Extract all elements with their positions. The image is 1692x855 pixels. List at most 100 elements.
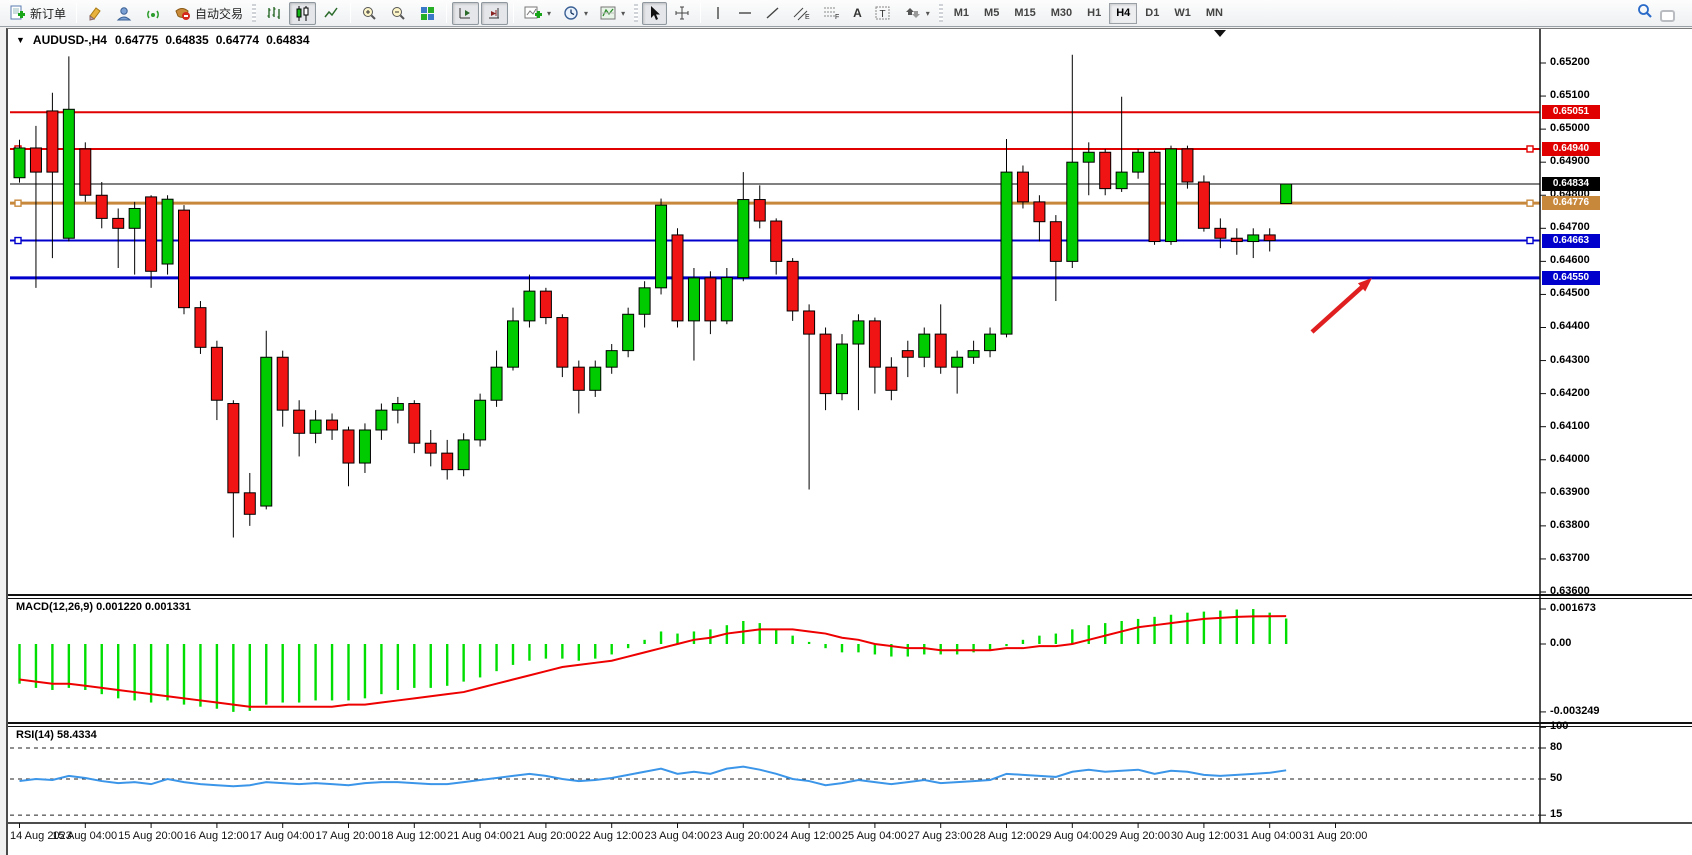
auto-trading-button[interactable]: 自动交易 [169,2,248,25]
bull-candle [310,420,321,433]
bull-candle [985,334,996,351]
line-handle[interactable] [1527,238,1533,244]
bear-candle [1149,152,1160,241]
template-icon [600,5,617,22]
price-tick-label: 0.64400 [1550,320,1590,332]
candles [14,55,1292,538]
time-axis[interactable] [20,823,1336,828]
timeframe-m30-button[interactable]: M30 [1044,3,1079,24]
bear-candle [540,291,551,317]
bull-candle [63,109,74,238]
bear-candle [705,278,716,321]
time-axis-label: 18 Aug 12:00 [381,830,446,842]
time-axis-label: 21 Aug 20:00 [513,830,578,842]
timeframe-mn-button[interactable]: MN [1199,3,1230,24]
fibonacci-icon: F [823,5,841,21]
bear-candle [146,197,157,271]
bull-candle [952,357,963,367]
time-axis-label: 24 Aug 12:00 [776,830,841,842]
toolbar-separator [700,3,701,23]
templates-button[interactable]: ▾ [595,2,630,25]
bear-candle [1215,228,1226,238]
profile-button[interactable] [111,2,138,25]
candlestick-chart-icon [294,5,311,22]
bear-candle [557,318,568,368]
timeframe-w1-button[interactable]: W1 [1167,3,1198,24]
bar-chart-button[interactable] [260,2,287,25]
paint-icon [87,5,104,22]
line-handle[interactable] [1527,200,1533,206]
price-line-badge: 0.65051 [1542,105,1600,119]
time-axis-label: 27 Aug 23:00 [908,830,973,842]
timeframe-m1-button[interactable]: M1 [947,3,976,24]
chart-window[interactable]: ▼ AUDUSD-,H4 0.64775 0.64835 0.64774 0.6… [6,28,1692,855]
channel-tool-button[interactable]: E [788,2,816,25]
bear-candle [869,321,880,367]
periods-button[interactable]: ▾ [558,2,593,25]
clock-icon [563,5,580,22]
fibonacci-tool-button[interactable]: F [818,2,846,25]
bull-candle [1281,184,1292,204]
bear-candle [409,404,420,444]
styler-button[interactable] [82,2,109,25]
vertical-line-tool-button[interactable] [706,2,730,25]
macd-zero-label: 0.00 [1550,637,1571,649]
tile-windows-button[interactable] [414,2,441,25]
bear-candle [935,334,946,367]
line-handle[interactable] [15,200,21,206]
auto-scroll-button[interactable] [452,2,479,25]
text-tool-button[interactable]: A [848,2,867,25]
macd-indicator [20,609,1287,712]
signal-button[interactable] [140,2,167,25]
text-label-tool-button[interactable]: T [869,2,897,25]
bear-candle [113,218,124,228]
timeframe-h1-button[interactable]: H1 [1080,3,1108,24]
zoom-out-button[interactable] [385,2,412,25]
axis-ticks [1540,63,1546,815]
indicators-add-icon [524,5,543,22]
timeframe-m15-button[interactable]: M15 [1007,3,1042,24]
toolbar-separator [350,3,351,23]
crosshair-tool-button[interactable] [669,2,695,25]
text-label-icon: T [874,5,892,21]
notifications-button[interactable]: 1 [1660,3,1682,23]
dropdown-caret-icon: ▾ [547,9,551,18]
shapes-tool-button[interactable]: ▾ [899,2,935,25]
indicators-button[interactable]: ▾ [519,2,556,25]
signal-icon [145,5,162,22]
line-chart-button[interactable] [318,2,345,25]
time-axis-label: 30 Aug 12:00 [1171,830,1236,842]
price-tick-label: 0.63700 [1550,552,1590,564]
timeframe-d1-button[interactable]: D1 [1138,3,1166,24]
chart-canvas[interactable] [8,29,1692,855]
tile-windows-icon [419,5,436,22]
search-icon[interactable] [1636,2,1654,25]
line-handle[interactable] [1527,146,1533,152]
candlestick-chart-button[interactable] [289,2,316,25]
time-axis-label: 31 Aug 04:00 [1237,830,1302,842]
arrow-annotation[interactable] [1312,278,1372,332]
bull-candle [590,367,601,390]
timeframe-h4-button[interactable]: H4 [1109,3,1137,24]
price-tick-label: 0.64300 [1550,354,1590,366]
timeframe-m5-button[interactable]: M5 [977,3,1006,24]
auto-trading-label: 自动交易 [195,5,243,22]
bull-candle [1166,149,1177,242]
bear-candle [1231,238,1242,241]
bear-candle [228,404,239,493]
cursor-tool-button[interactable] [642,2,667,25]
timeframe-group: M1M5M15M30H1H4D1W1MN [947,3,1230,24]
line-handle[interactable] [15,238,21,244]
zoom-in-button[interactable] [356,2,383,25]
bear-candle [1198,182,1209,228]
trendline-tool-button[interactable] [760,2,786,25]
chart-shift-marker[interactable] [1214,30,1226,37]
new-order-button[interactable]: 新订单 [4,2,71,25]
mt4-window: 新订单 自动交易 [0,0,1692,855]
bear-candle [886,367,897,390]
shapes-arrows-icon [904,5,922,21]
horizontal-line-tool-button[interactable] [732,2,758,25]
zoom-in-icon [361,5,378,22]
bear-candle [80,149,91,195]
chart-shift-button[interactable] [481,2,508,25]
